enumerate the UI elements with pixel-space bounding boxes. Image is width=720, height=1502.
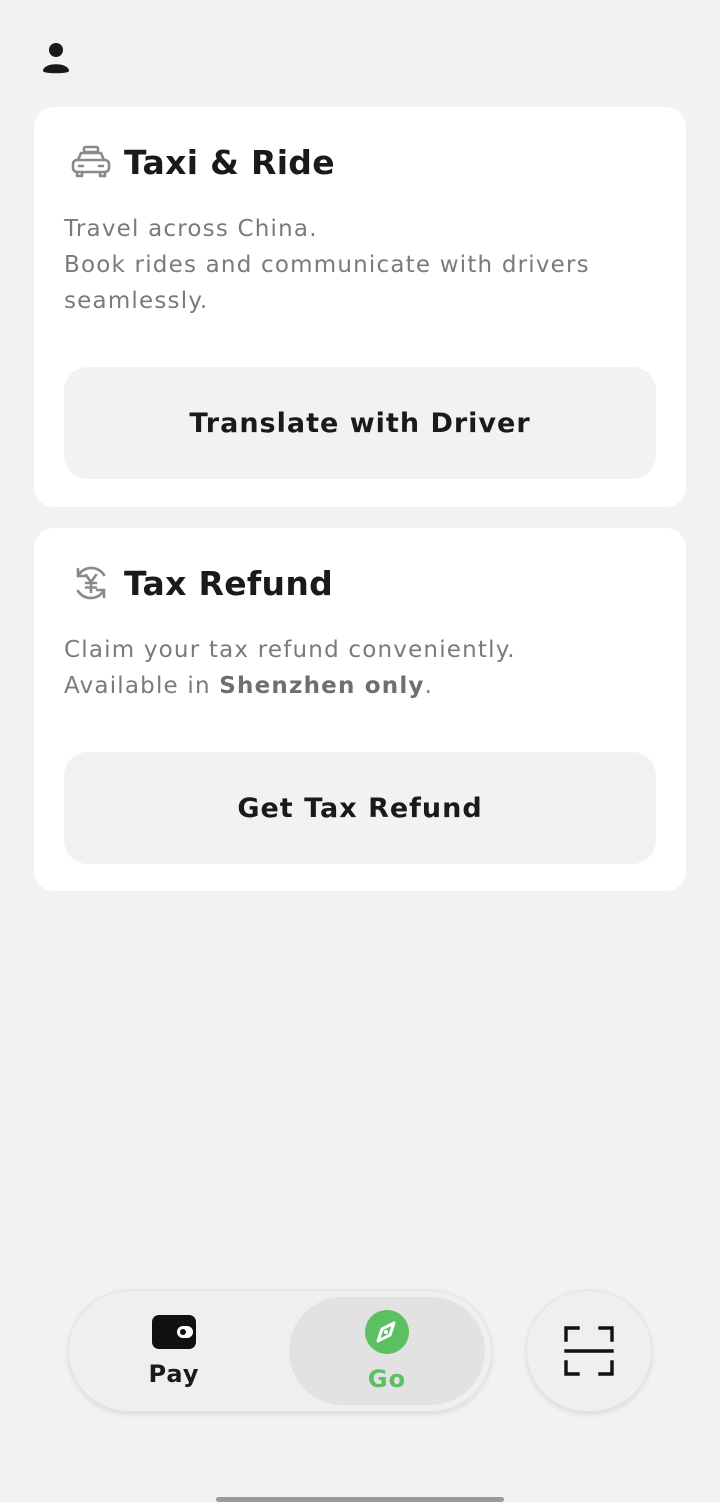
taxi-ride-description: Travel across China. Book rides and comm… (64, 211, 644, 319)
profile-button[interactable] (38, 38, 74, 78)
tab-go-label: Go (367, 1365, 407, 1393)
tab-pay-label: Pay (148, 1360, 200, 1388)
refund-desc-location: Shenzhen only (219, 673, 425, 699)
refund-desc-line-2: Available in Shenzhen only. (64, 668, 644, 704)
refund-desc-prefix: Available in (64, 673, 220, 699)
person-icon (43, 43, 69, 74)
home-indicator (216, 1497, 504, 1502)
taxi-ride-card: Taxi & Ride Travel across China. Book ri… (34, 107, 686, 507)
taxi-desc-line-1: Travel across China. (64, 216, 318, 242)
taxi-ride-title: Taxi & Ride (124, 142, 335, 182)
scan-icon (564, 1326, 614, 1376)
taxi-desc-line-2: Book rides and communicate with drivers … (64, 252, 590, 314)
tax-refund-card: Tax Refund Claim your tax refund conveni… (34, 528, 686, 891)
compass-icon (365, 1310, 409, 1354)
tax-refund-header: Tax Refund (70, 562, 333, 604)
yuan-refund-icon (70, 562, 112, 604)
bottom-tab-bar: Pay Go (68, 1290, 492, 1412)
tab-go[interactable]: Go (289, 1297, 485, 1405)
taxi-icon (70, 141, 112, 183)
taxi-ride-header: Taxi & Ride (70, 141, 335, 183)
refund-desc-suffix: . (424, 673, 434, 699)
go-screen: Taxi & Ride Travel across China. Book ri… (0, 0, 720, 1502)
tax-refund-title: Tax Refund (124, 563, 334, 603)
tax-refund-description: Claim your tax refund conveniently. Avai… (64, 632, 644, 704)
refund-desc-line-1: Claim your tax refund conveniently. (64, 637, 516, 663)
tab-pay[interactable]: Pay (76, 1297, 272, 1405)
get-tax-refund-button[interactable]: Get Tax Refund (64, 752, 656, 864)
wallet-icon (152, 1315, 196, 1349)
scan-button[interactable] (526, 1290, 652, 1412)
translate-with-driver-button[interactable]: Translate with Driver (64, 367, 656, 479)
